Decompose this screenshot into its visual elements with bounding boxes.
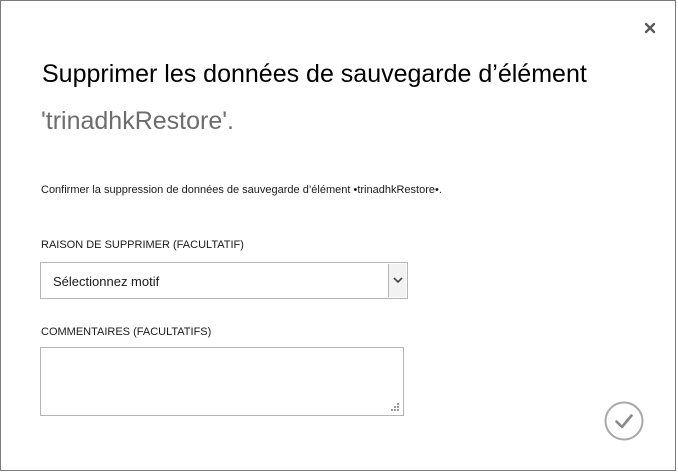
reason-select-value: Sélectionnez motif	[53, 274, 160, 289]
reason-select[interactable]: Sélectionnez motif	[40, 262, 408, 299]
comments-textarea[interactable]	[40, 347, 404, 416]
chevron-down-icon	[393, 277, 403, 284]
confirm-button[interactable]	[604, 401, 644, 441]
checkmark-icon	[604, 401, 644, 441]
confirm-message: Confirmer la suppression de données de s…	[41, 184, 442, 196]
reason-label: RAISON DE SUPPRIMER (FACULTATIF)	[41, 239, 244, 251]
close-button[interactable]	[641, 19, 659, 37]
resize-grip-icon[interactable]	[390, 402, 400, 412]
comments-label: COMMENTAIRES (FACULTATIFS)	[41, 326, 212, 338]
delete-backup-dialog: Supprimer les données de sauvegarde d’él…	[0, 0, 676, 471]
dialog-title: Supprimer les données de sauvegarde d’él…	[42, 60, 587, 88]
close-icon	[644, 22, 656, 34]
dialog-title-item-name: 'trinadhkRestore'.	[41, 107, 234, 135]
reason-select-toggle[interactable]	[388, 264, 406, 297]
